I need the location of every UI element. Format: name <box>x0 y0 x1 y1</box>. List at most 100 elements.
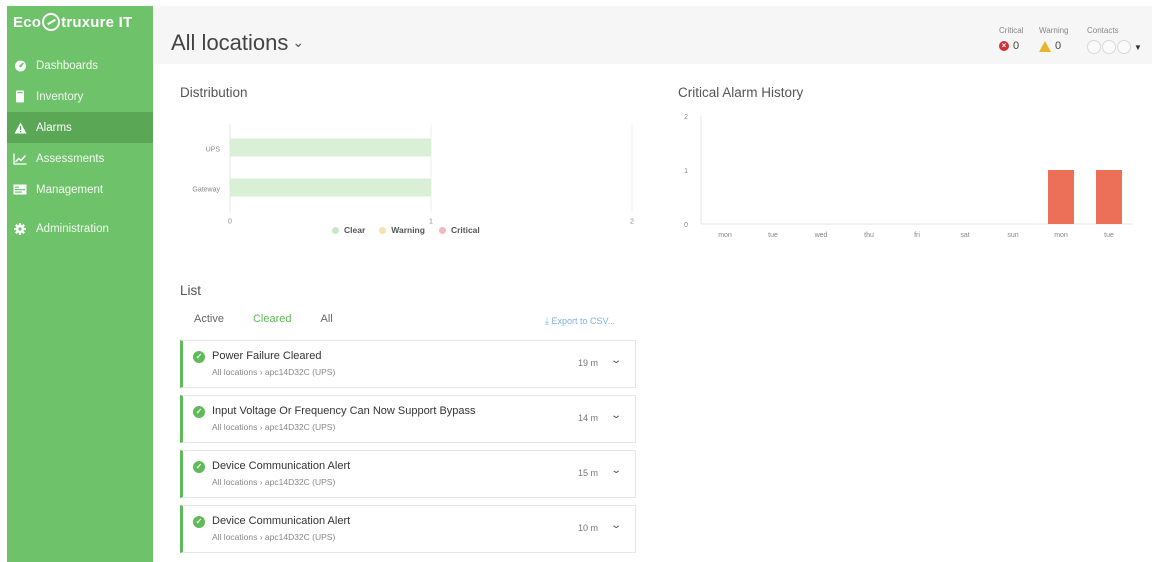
critical-label: Critical <box>999 26 1024 35</box>
logo-mark-icon <box>42 13 61 31</box>
sidebar-item-label: Alarms <box>36 121 72 134</box>
tick-label: 2 <box>630 219 634 226</box>
logo-text-right: truxure IT <box>61 14 133 31</box>
sidebar-item-administration[interactable]: Administration <box>7 213 153 244</box>
list-item[interactable]: ✓ Device Communication Alert All locatio… <box>180 450 636 498</box>
chart-icon <box>13 152 27 166</box>
inventory-icon <box>13 90 27 104</box>
alarm-title: Device Communication Alert <box>212 515 351 527</box>
avatar <box>1087 40 1101 54</box>
list-item[interactable]: ✓ Device Communication Alert All locatio… <box>180 505 636 553</box>
alarm-age: 19 m <box>578 358 599 368</box>
location-selector[interactable]: All locations ⌄ <box>171 30 304 56</box>
caret-down-icon[interactable]: ▼ <box>1134 43 1142 52</box>
tick-label: 1 <box>684 168 688 175</box>
alarm-path: All locations › apc14D32C (UPS) <box>212 477 336 487</box>
alarm-age: 15 m <box>578 468 599 478</box>
check-circle-icon: ✓ <box>193 351 205 363</box>
alarm-history-chart: 0 1 2 mon tue wed thu fri sat sun mon tue <box>684 114 1133 239</box>
logo-text-left: Eco <box>13 14 42 31</box>
sidebar-item-inventory[interactable]: Inventory <box>7 81 153 112</box>
tick-label: sun <box>1007 232 1018 239</box>
tab-all[interactable]: All <box>321 313 333 325</box>
legend-dot <box>379 227 387 234</box>
legend-label: Clear <box>344 225 366 235</box>
tab-cleared[interactable]: Cleared <box>253 313 292 325</box>
alarm-age: 14 m <box>578 413 599 423</box>
alarm-title: Device Communication Alert <box>212 460 351 472</box>
alarm-title: Power Failure Cleared <box>212 350 322 362</box>
legend-item-clear[interactable]: Clear <box>332 225 365 235</box>
category-label: UPS <box>206 147 221 154</box>
chevron-down-icon: ⌄ <box>292 34 305 50</box>
sidebar-item-management[interactable]: Management <box>7 174 153 205</box>
gear-icon <box>13 222 27 236</box>
management-icon <box>13 183 27 197</box>
list-item[interactable]: ✓ Power Failure Cleared All locations › … <box>180 340 636 388</box>
alarm-icon <box>13 121 27 135</box>
alarm-path: All locations › apc14D32C (UPS) <box>212 532 336 542</box>
bar <box>1096 170 1122 224</box>
dashboard-icon <box>13 59 27 73</box>
bar-clear <box>230 138 431 157</box>
chevron-down-icon[interactable]: ⌄ <box>610 465 622 476</box>
sidebar-item-label: Assessments <box>36 152 105 165</box>
warning-icon <box>1039 40 1051 52</box>
tick-label: tue <box>1104 232 1114 239</box>
app-logo[interactable]: Eco truxure IT <box>7 6 153 40</box>
export-csv-link[interactable]: ⤓ Export to CSV... <box>545 316 615 327</box>
tick-label: mon <box>718 232 732 239</box>
legend-dot <box>332 227 339 234</box>
sidebar: Eco truxure IT Dashboards Inventory Alarm… <box>7 6 153 562</box>
app-root: Eco truxure IT Dashboards Inventory Alarm… <box>0 0 1152 562</box>
sidebar-item-label: Dashboards <box>36 59 99 72</box>
legend-label: Critical <box>450 225 480 235</box>
chevron-down-icon[interactable]: ⌄ <box>610 355 622 366</box>
alarm-age: 10 m <box>578 523 599 533</box>
sidebar-item-dashboards[interactable]: Dashboards <box>7 50 153 81</box>
alarm-path: All locations › apc14D32C (UPS) <box>212 422 336 432</box>
bar <box>1048 170 1074 224</box>
avatar <box>1117 40 1131 54</box>
warning-status[interactable]: Warning 0 <box>1039 26 1069 52</box>
tick-label: fri <box>914 232 920 239</box>
critical-icon: × <box>999 41 1009 51</box>
tick-label: thu <box>864 232 874 239</box>
tab-active[interactable]: Active <box>194 313 224 325</box>
category-label: Gateway <box>192 187 220 194</box>
check-circle-icon: ✓ <box>193 461 205 473</box>
legend-item-critical[interactable]: Critical <box>438 225 480 235</box>
chevron-down-icon[interactable]: ⌄ <box>610 520 622 531</box>
sidebar-item-assessments[interactable]: Assessments <box>7 143 153 174</box>
check-circle-icon: ✓ <box>193 406 205 418</box>
alarm-title: Input Voltage Or Frequency Can Now Suppo… <box>212 405 476 417</box>
legend-dot <box>438 227 446 234</box>
sidebar-nav: Dashboards Inventory Alarms Assessments <box>7 50 153 244</box>
critical-status[interactable]: Critical × 0 <box>999 26 1023 52</box>
legend-label: Warning <box>391 225 425 235</box>
sidebar-item-label: Administration <box>36 222 109 235</box>
warning-label: Warning <box>1039 26 1069 35</box>
tick-label: 2 <box>684 114 688 121</box>
tick-label: wed <box>814 232 828 239</box>
tick-label: mon <box>1054 232 1068 239</box>
chevron-down-icon[interactable]: ⌄ <box>610 410 622 421</box>
check-circle-icon: ✓ <box>193 516 205 528</box>
sidebar-item-alarms[interactable]: Alarms <box>7 112 153 143</box>
contacts-status[interactable]: Contacts ▼ <box>1087 26 1142 54</box>
distribution-chart: UPSGateway0 1 2 <box>192 124 634 226</box>
tick-label: tue <box>768 232 778 239</box>
history-title: Critical Alarm History <box>678 85 804 100</box>
distribution-title: Distribution <box>180 85 248 100</box>
contacts-label: Contacts <box>1087 26 1119 35</box>
list-tabs: Active Cleared All <box>194 313 333 325</box>
sidebar-item-label: Management <box>36 183 104 196</box>
critical-count: 0 <box>1013 40 1020 52</box>
download-icon: ⤓ <box>545 316 549 326</box>
legend-item-warning[interactable]: Warning <box>379 225 425 235</box>
list-item[interactable]: ✓ Input Voltage Or Frequency Can Now Sup… <box>180 395 636 443</box>
export-label: Export to CSV... <box>551 316 616 326</box>
avatar <box>1102 40 1116 54</box>
sidebar-item-label: Inventory <box>36 90 84 103</box>
tick-label: 0 <box>228 219 232 226</box>
